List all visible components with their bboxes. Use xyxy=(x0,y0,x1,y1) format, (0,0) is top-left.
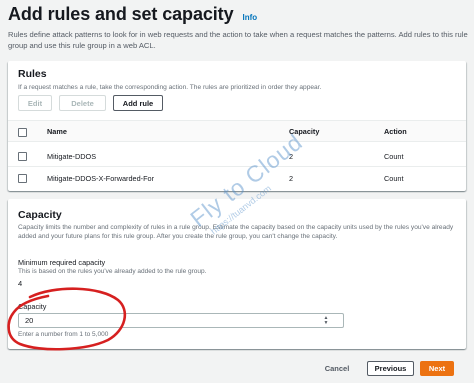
page-description: Rules define attack patterns to look for… xyxy=(8,30,468,50)
table-row[interactable]: Mitigate-DDOS 2 Count xyxy=(8,145,466,167)
title-row: Add rules and set capacity Info xyxy=(8,4,257,25)
capacity-input[interactable] xyxy=(18,313,344,328)
minimum-capacity-value: 4 xyxy=(18,279,23,288)
rule-action: Count xyxy=(384,152,404,161)
edit-button[interactable]: Edit xyxy=(18,95,52,111)
row-checkbox[interactable] xyxy=(18,152,27,161)
rule-action: Count xyxy=(384,174,404,183)
capacity-panel-title: Capacity xyxy=(18,209,62,221)
column-header-action[interactable]: Action xyxy=(384,127,407,136)
rule-capacity: 2 xyxy=(289,174,294,183)
delete-button[interactable]: Delete xyxy=(59,95,106,111)
info-link[interactable]: Info xyxy=(242,13,257,22)
rule-name: Mitigate-DDOS-X-Forwarded-For xyxy=(47,174,155,183)
row-checkbox[interactable] xyxy=(18,174,27,183)
table-row[interactable]: Mitigate-DDOS-X-Forwarded-For 2 Count xyxy=(8,167,466,189)
cancel-button[interactable]: Cancel xyxy=(319,361,355,376)
minimum-capacity-description: This is based on the rules you've alread… xyxy=(18,268,207,275)
page: Add rules and set capacity Info Rules de… xyxy=(0,0,474,383)
rules-panel-description: If a request matches a rule, take the co… xyxy=(18,84,322,91)
capacity-label: Capacity xyxy=(18,302,47,311)
capacity-constraint-text: Enter a number from 1 to 5,000 xyxy=(18,331,109,338)
add-rule-button[interactable]: Add rule xyxy=(113,95,163,111)
column-header-name[interactable]: Name xyxy=(47,127,67,136)
minimum-capacity-label: Minimum required capacity xyxy=(18,258,106,267)
rules-panel-title: Rules xyxy=(18,68,47,80)
rule-name: Mitigate-DDOS xyxy=(47,152,97,161)
capacity-stepper-icon[interactable]: ▲ ▼ xyxy=(322,316,330,326)
select-all-checkbox[interactable] xyxy=(18,128,27,137)
capacity-panel-description: Capacity limits the number and complexit… xyxy=(18,224,454,240)
previous-button[interactable]: Previous xyxy=(367,361,414,376)
page-title: Add rules and set capacity xyxy=(8,4,234,24)
column-header-capacity[interactable]: Capacity xyxy=(289,127,319,136)
rule-capacity: 2 xyxy=(289,152,294,161)
rules-table-header: Name Capacity Action xyxy=(8,120,466,142)
next-button[interactable]: Next xyxy=(420,361,454,376)
